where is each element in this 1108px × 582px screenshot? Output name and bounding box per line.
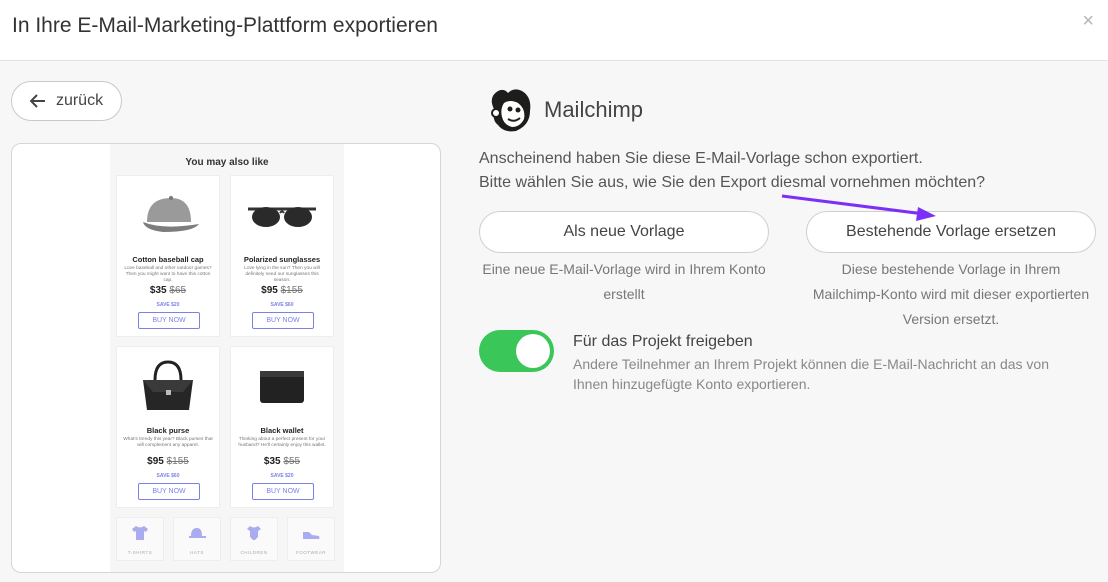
mailchimp-logo xyxy=(491,89,531,132)
dialog-body: zurück You may also like Cotton baseball… xyxy=(0,61,1108,582)
product-save: SAVE $60 xyxy=(270,302,294,308)
product-card: Black wallet Thinking about a perfect pr… xyxy=(230,346,334,508)
back-label: zurück xyxy=(55,92,104,109)
product-save: SAVE $20 xyxy=(156,302,180,308)
email-preview: You may also like Cotton baseball cap Lo… xyxy=(11,143,441,573)
product-price: $95 $155 xyxy=(261,285,303,296)
export-message: Anscheinend haben Sie diese E-Mail-Vorla… xyxy=(479,150,986,191)
dialog-header: In Ihre E-Mail-Marketing-Plattform expor… xyxy=(0,0,1108,61)
dialog-title: In Ihre E-Mail-Marketing-Plattform expor… xyxy=(12,14,438,37)
share-desc: Andere Teilnehmer an Ihrem Projekt könne… xyxy=(573,356,1049,392)
wallet-image xyxy=(231,353,333,419)
email-preview-content: You may also like Cotton baseball cap Lo… xyxy=(110,144,344,572)
close-icon[interactable]: × xyxy=(1082,10,1094,33)
cap-image xyxy=(117,182,219,248)
product-price: $95 $155 xyxy=(147,456,189,467)
back-button[interactable]: zurück xyxy=(11,81,122,121)
new-template-desc: Eine neue E-Mail-Vorlage wird in Ihrem K… xyxy=(482,261,766,302)
product-card: Polarized sunglasses Love lying in the s… xyxy=(230,175,334,337)
product-price: $35 $65 xyxy=(149,285,187,296)
category-hats: HATS xyxy=(173,517,221,561)
product-desc: What's trendy this year? Black purses th… xyxy=(123,437,213,448)
category-children: CHILDREN xyxy=(230,517,278,561)
preview-heading: You may also like xyxy=(185,157,269,168)
product-card: Black purse What's trendy this year? Bla… xyxy=(116,346,220,508)
product-save: SAVE $20 xyxy=(270,473,294,479)
product-price: $35 $55 xyxy=(263,456,301,467)
new-template-button[interactable]: Als neue Vorlage xyxy=(479,211,769,253)
category-tshirts: T-SHIRTS xyxy=(116,517,164,561)
purse-image xyxy=(117,353,219,419)
arrow-left-icon xyxy=(29,94,45,108)
product-desc: Thinking about a perfect present for you… xyxy=(238,437,326,448)
product-name: Cotton baseball cap xyxy=(132,255,204,264)
buy-now-button: BUY NOW xyxy=(252,312,314,329)
bodysuit-icon xyxy=(247,526,261,540)
sunglasses-image xyxy=(231,182,333,248)
buy-now-button: BUY NOW xyxy=(252,483,314,500)
product-name: Black wallet xyxy=(260,426,304,435)
product-desc: Love lying in the sun? Then you will def… xyxy=(244,266,320,283)
buy-now-button: BUY NOW xyxy=(138,483,200,500)
provider-header: Mailchimp xyxy=(486,85,643,135)
provider-name: Mailchimp xyxy=(544,97,644,122)
product-desc: Love baseball and other outdoor games? T… xyxy=(124,266,212,283)
category-footwear: FOOTWEAR xyxy=(287,517,335,561)
product-card: Cotton baseball cap Love baseball and ot… xyxy=(116,175,220,337)
product-save: SAVE $60 xyxy=(156,473,180,479)
product-name: Black purse xyxy=(146,426,190,435)
hat-icon xyxy=(189,528,206,538)
share-project-toggle[interactable] xyxy=(479,330,554,372)
replace-template-desc: Diese bestehende Vorlage in Ihrem Mailch… xyxy=(812,261,1090,327)
shoe-icon xyxy=(303,532,320,539)
category-row: T-SHIRTS HATS CHILDREN FOOTWEAR xyxy=(116,517,338,563)
toggle-knob xyxy=(516,334,550,368)
product-name: Polarized sunglasses xyxy=(243,255,321,264)
replace-template-button[interactable]: Bestehende Vorlage ersetzen xyxy=(806,211,1096,253)
tshirt-icon xyxy=(132,526,148,540)
share-title: Für das Projekt freigeben xyxy=(573,333,753,350)
buy-now-button: BUY NOW xyxy=(138,312,200,329)
